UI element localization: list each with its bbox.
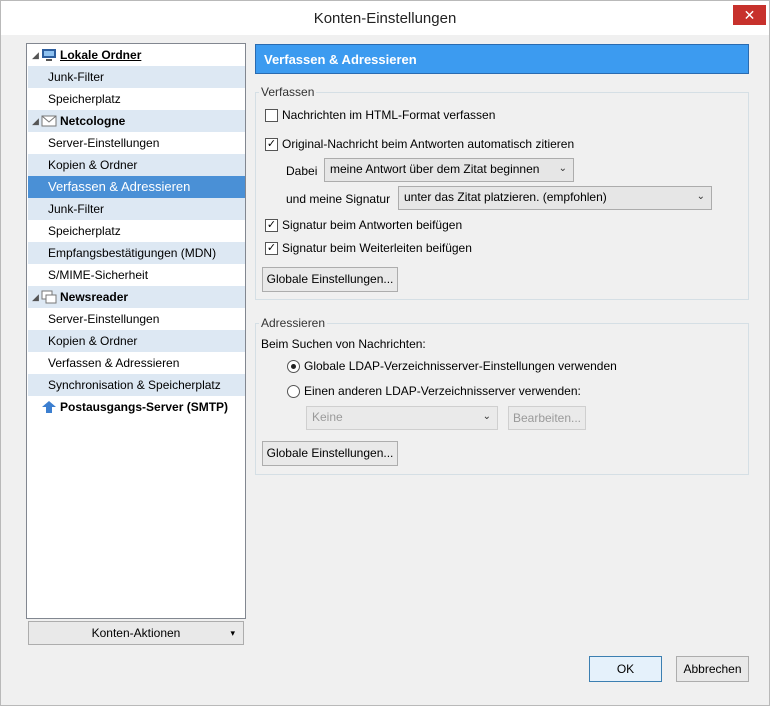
close-button[interactable]: ✕ <box>733 5 766 25</box>
outgoing-server-icon <box>42 401 56 413</box>
tree-account-label: Postausgangs-Server (SMTP) <box>60 400 229 414</box>
envelope-icon <box>41 115 57 127</box>
title-bar: Konten-Einstellungen ✕ <box>1 1 769 35</box>
compose-group-title: Verfassen <box>259 85 317 99</box>
checkmark-icon: ✓ <box>266 242 277 254</box>
sig-forward-label: Signatur beim Weiterleiten beifügen <box>282 241 472 255</box>
account-actions-button[interactable]: Konten-Aktionen ▾ <box>28 621 244 645</box>
sig-reply-checkbox[interactable]: ✓ <box>265 219 278 232</box>
lookup-label: Beim Suchen von Nachrichten: <box>261 337 426 351</box>
tree-account-label: Lokale Ordner <box>60 48 142 62</box>
tree-item-verfassen-adressieren-selected[interactable]: Verfassen & Adressieren <box>28 176 245 198</box>
tree-item-label: Verfassen & Adressieren <box>48 179 191 194</box>
tree-item-smime[interactable]: S/MIME-Sicherheit <box>28 264 245 286</box>
tree-account-newsreader[interactable]: ◢ Newsreader <box>28 286 245 308</box>
ok-button[interactable]: OK <box>589 656 662 682</box>
tree-item-label: Speicherplatz <box>48 224 121 238</box>
tree-item-verfassen-adressieren[interactable]: Verfassen & Adressieren <box>28 352 245 374</box>
account-actions-label: Konten-Aktionen <box>91 626 181 640</box>
html-format-checkbox[interactable] <box>265 109 278 122</box>
tree-account-label: Newsreader <box>60 290 129 304</box>
global-ldap-label: Globale LDAP-Verzeichnisserver-Einstellu… <box>304 359 617 373</box>
tree-item-label: Empfangsbestätigungen (MDN) <box>48 246 217 260</box>
tree-item-synchronisation[interactable]: Synchronisation & Speicherplatz <box>28 374 245 396</box>
checkmark-icon: ✓ <box>266 219 277 231</box>
tree-item-junk-filter[interactable]: Junk-Filter <box>28 198 245 220</box>
collapse-icon[interactable]: ◢ <box>32 44 39 66</box>
tree-item-label: Kopien & Ordner <box>48 158 138 172</box>
computer-icon <box>42 49 56 61</box>
html-format-label: Nachrichten im HTML-Format verfassen <box>282 108 496 122</box>
panel-title: Verfassen & Adressieren <box>264 52 417 67</box>
tree-item-server-einstellungen[interactable]: Server-Einstellungen <box>28 308 245 330</box>
quote-original-checkbox[interactable]: ✓ <box>265 138 278 151</box>
tree-item-label: Verfassen & Adressieren <box>48 356 180 370</box>
tree-item-empfangsbestaetigungen[interactable]: Empfangsbestätigungen (MDN) <box>28 242 245 264</box>
tree-item-label: Server-Einstellungen <box>48 312 160 326</box>
tree-account-netcologne[interactable]: ◢ Netcologne <box>28 110 245 132</box>
signature-position-select[interactable]: unter das Zitat platzieren. (empfohlen) … <box>398 186 712 210</box>
tree-item-speicherplatz[interactable]: Speicherplatz <box>28 220 245 242</box>
tree-account-label: Netcologne <box>60 114 126 128</box>
quote-original-label: Original-Nachricht beim Antworten automa… <box>282 137 575 151</box>
tree-item-kopien-ordner[interactable]: Kopien & Ordner <box>28 330 245 352</box>
account-tree[interactable]: ◢ Lokale Ordner Junk-Filter Speicherplat… <box>26 43 246 619</box>
chevron-down-icon: ⌄ <box>696 191 705 202</box>
addressing-group-title: Adressieren <box>259 316 328 330</box>
cancel-button[interactable]: Abbrechen <box>676 656 749 682</box>
compose-global-settings-button[interactable]: Globale Einstellungen... <box>262 267 398 292</box>
other-ldap-label: Einen anderen LDAP-Verzeichnisserver ver… <box>304 384 581 398</box>
tree-item-label: Junk-Filter <box>48 202 105 216</box>
signature-label: und meine Signatur <box>286 192 391 206</box>
ldap-server-select[interactable]: Keine ⌄ <box>306 406 498 430</box>
window-title: Konten-Einstellungen <box>313 10 457 27</box>
collapse-icon[interactable]: ◢ <box>32 110 39 132</box>
dropdown-arrow-icon: ▾ <box>230 628 235 638</box>
sig-forward-checkbox[interactable]: ✓ <box>265 242 278 255</box>
tree-item-speicherplatz[interactable]: Speicherplatz <box>28 88 245 110</box>
tree-item-label: Speicherplatz <box>48 92 121 106</box>
tree-account-lokale-ordner[interactable]: ◢ Lokale Ordner <box>28 44 245 66</box>
tree-item-label: Server-Einstellungen <box>48 136 160 150</box>
reply-position-value: meine Antwort über dem Zitat beginnen <box>330 162 540 176</box>
tree-item-server-einstellungen[interactable]: Server-Einstellungen <box>28 132 245 154</box>
sig-reply-label: Signatur beim Antworten beifügen <box>282 218 463 232</box>
newsgroup-icon <box>41 290 57 304</box>
panel-header: Verfassen & Adressieren <box>255 44 749 74</box>
signature-position-value: unter das Zitat platzieren. (empfohlen) <box>404 190 607 204</box>
addressing-global-settings-button[interactable]: Globale Einstellungen... <box>262 441 398 466</box>
tree-item-label: Synchronisation & Speicherplatz <box>48 378 221 392</box>
tree-item-label: Kopien & Ordner <box>48 334 138 348</box>
tree-item-label: S/MIME-Sicherheit <box>48 268 149 282</box>
global-ldap-radio[interactable] <box>287 360 300 373</box>
radio-dot-icon <box>291 364 296 369</box>
then-label: Dabei <box>286 164 318 178</box>
collapse-icon[interactable]: ◢ <box>32 286 39 308</box>
dialog-window: Konten-Einstellungen ✕ ◢ Lokale Ordner J… <box>0 0 770 706</box>
other-ldap-radio[interactable] <box>287 385 300 398</box>
tree-account-smtp[interactable]: Postausgangs-Server (SMTP) <box>28 396 245 418</box>
reply-position-select[interactable]: meine Antwort über dem Zitat beginnen ⌄ <box>324 158 574 182</box>
ldap-server-value: Keine <box>312 410 343 424</box>
tree-item-label: Junk-Filter <box>48 70 105 84</box>
chevron-down-icon: ⌄ <box>558 163 567 174</box>
tree-item-kopien-ordner[interactable]: Kopien & Ordner <box>28 154 245 176</box>
edit-ldap-button[interactable]: Bearbeiten... <box>508 406 586 430</box>
tree-item-junk-filter[interactable]: Junk-Filter <box>28 66 245 88</box>
chevron-down-icon: ⌄ <box>482 411 491 422</box>
checkmark-icon: ✓ <box>266 138 277 150</box>
